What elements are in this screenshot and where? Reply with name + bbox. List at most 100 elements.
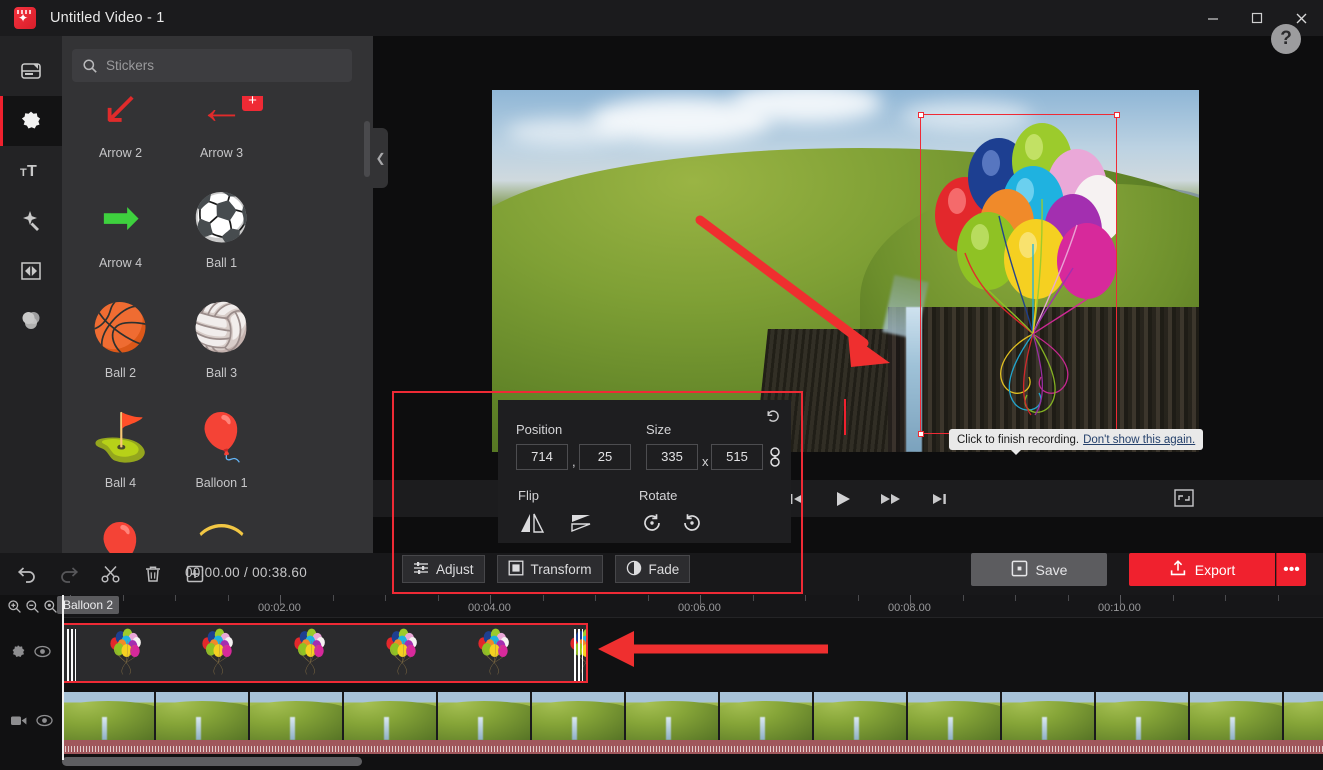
flip-vertical-icon[interactable] [566, 510, 598, 536]
sticker-track-icon[interactable] [10, 644, 26, 665]
sidebar-item-text[interactable]: TT [0, 146, 62, 196]
ruler-tick [333, 595, 334, 601]
fast-forward-icon[interactable] [879, 491, 903, 507]
sidebar-item-effects[interactable] [0, 196, 62, 246]
sticker-track-header [0, 639, 62, 669]
ruler-tick [1225, 595, 1226, 601]
sticker-item[interactable]: ↙ Arrow 2 [73, 96, 168, 176]
video-track-eye-icon[interactable] [36, 714, 53, 732]
sticker-thumbnail-icon: ⚽ [189, 184, 255, 250]
video-clip-thumbnail [1096, 692, 1188, 740]
sidebar-item-media[interactable] [0, 46, 62, 96]
sticker-item-label: Balloon 1 [195, 476, 247, 490]
video-clip-thumbnail [1190, 692, 1282, 740]
ruler-tick [1015, 595, 1016, 601]
panel-collapse-handle[interactable]: ❮ [373, 128, 388, 188]
sticker-item[interactable]: ←Arrow 3+ [174, 96, 269, 176]
sticker-clip[interactable] [62, 623, 588, 683]
reset-icon[interactable] [765, 408, 781, 429]
sticker-grid[interactable]: ↙ Arrow 2 ←Arrow 3+➡Arrow 4⚽Ball 1🏀Ball 2🏐… [62, 96, 373, 553]
clip-trim-handle-right[interactable] [574, 629, 583, 681]
window-title: Untitled Video - 1 [50, 10, 165, 26]
next-frame-icon[interactable] [929, 491, 949, 507]
sticker-item-label: Ball 3 [206, 366, 237, 380]
zoom-in-icon[interactable] [7, 599, 22, 614]
timeline-playhead[interactable] [62, 595, 64, 760]
export-upload-icon [1169, 559, 1187, 580]
search-box[interactable] [72, 49, 352, 82]
play-icon[interactable] [833, 490, 853, 508]
ruler-label: 00:08.00 [888, 602, 931, 614]
resize-handle-top-right[interactable] [1114, 112, 1120, 118]
ruler-tick [228, 595, 229, 601]
save-button[interactable]: Save [971, 553, 1107, 586]
selected-clip-name-badge: Balloon 2 [57, 596, 119, 614]
zoom-out-icon[interactable] [25, 599, 40, 614]
sticker-item[interactable]: ➡Arrow 4 [73, 176, 168, 286]
sticker-track-eye-icon[interactable] [34, 645, 51, 663]
sidebar-item-transitions[interactable] [0, 246, 62, 296]
video-camera-icon[interactable] [10, 714, 28, 732]
sticker-item[interactable]: 🎈Balloon 2 [73, 506, 168, 553]
fullscreen-icon[interactable] [1173, 488, 1195, 508]
scissors-icon[interactable] [96, 559, 126, 589]
sticker-thumbnail-icon: ⌒ [189, 514, 255, 553]
position-x-input[interactable]: 714 [516, 444, 568, 470]
more-options-icon[interactable]: ••• [1276, 553, 1306, 586]
zoom-fit-icon[interactable] [43, 599, 58, 614]
video-clip-thumbnail [908, 692, 1000, 740]
search-input[interactable] [106, 58, 326, 73]
rotate-clockwise-icon[interactable] [677, 510, 707, 536]
rotate-label: Rotate [639, 488, 677, 503]
position-label: Position [516, 422, 562, 437]
sidebar-item-filters[interactable] [0, 296, 62, 346]
ruler-label: 00:10.00 [1098, 602, 1141, 614]
sticker-item[interactable]: ⛳Ball 4 [73, 396, 168, 506]
flip-horizontal-icon[interactable] [516, 510, 548, 536]
undo-icon[interactable] [12, 559, 42, 589]
size-width-input[interactable]: 335 [646, 444, 698, 470]
video-editor-window: Untitled Video - 1 TT [0, 0, 1323, 770]
timeline-hscroll-thumb[interactable] [62, 757, 362, 766]
help-icon[interactable]: ? [1271, 24, 1301, 54]
resize-handle-top-left[interactable] [918, 112, 924, 118]
sticker-thumbnail-icon: ↙ [88, 96, 154, 140]
export-label: Export [1195, 562, 1235, 578]
fade-button[interactable]: Fade [615, 555, 691, 583]
sticker-item[interactable]: 🏀Ball 2 [73, 286, 168, 396]
sticker-item[interactable]: 🎈Balloon 1 [174, 396, 269, 506]
tooltip-dismiss-link[interactable]: Don't show this again. [1083, 434, 1195, 446]
sticker-item-label: Ball 2 [105, 366, 136, 380]
position-y-input[interactable]: 25 [579, 444, 631, 470]
video-clip-thumbnail [344, 692, 436, 740]
size-height-input[interactable]: 515 [711, 444, 763, 470]
sticker-item-label: Arrow 2 [99, 146, 142, 160]
add-sticker-badge[interactable]: + [242, 96, 263, 111]
timeline: 00:02.0000:04.0000:06.0000:08.0000:10.00… [0, 595, 1323, 770]
export-button[interactable]: Export [1129, 553, 1275, 586]
timeline-ruler[interactable]: 00:02.0000:04.0000:06.0000:08.0000:10.00 [62, 595, 1323, 618]
minimize-icon[interactable] [1191, 0, 1235, 36]
sidebar-item-stickers[interactable] [0, 96, 62, 146]
transform-button[interactable]: Transform [497, 555, 603, 583]
sticker-thumbnail-icon: ⛳ [88, 404, 154, 470]
adjust-button[interactable]: Adjust [402, 555, 485, 583]
video-preview[interactable] [492, 90, 1199, 452]
clip-trim-handle-left[interactable] [67, 629, 76, 681]
sticker-selection-box[interactable] [920, 114, 1117, 434]
sticker-item[interactable]: ⌒Balloon 3 [174, 506, 269, 553]
video-clip[interactable] [62, 692, 1323, 754]
sticker-item[interactable]: ⚽Ball 1 [174, 176, 269, 286]
trash-icon[interactable] [138, 559, 168, 589]
library-scrollbar[interactable] [364, 121, 370, 177]
video-clip-thumbnail [62, 692, 154, 740]
video-clip-thumbnail [438, 692, 530, 740]
sticker-item[interactable]: 🏐Ball 3 [174, 286, 269, 396]
redo-icon[interactable] [54, 559, 84, 589]
link-lock-icon[interactable] [768, 446, 782, 473]
sticker-clip-thumbnail [354, 625, 446, 681]
ruler-label: 00:06.00 [678, 602, 721, 614]
rotate-counterclockwise-icon[interactable] [637, 510, 667, 536]
ruler-tick [123, 595, 124, 601]
resize-handle-bottom-left[interactable] [918, 431, 924, 437]
